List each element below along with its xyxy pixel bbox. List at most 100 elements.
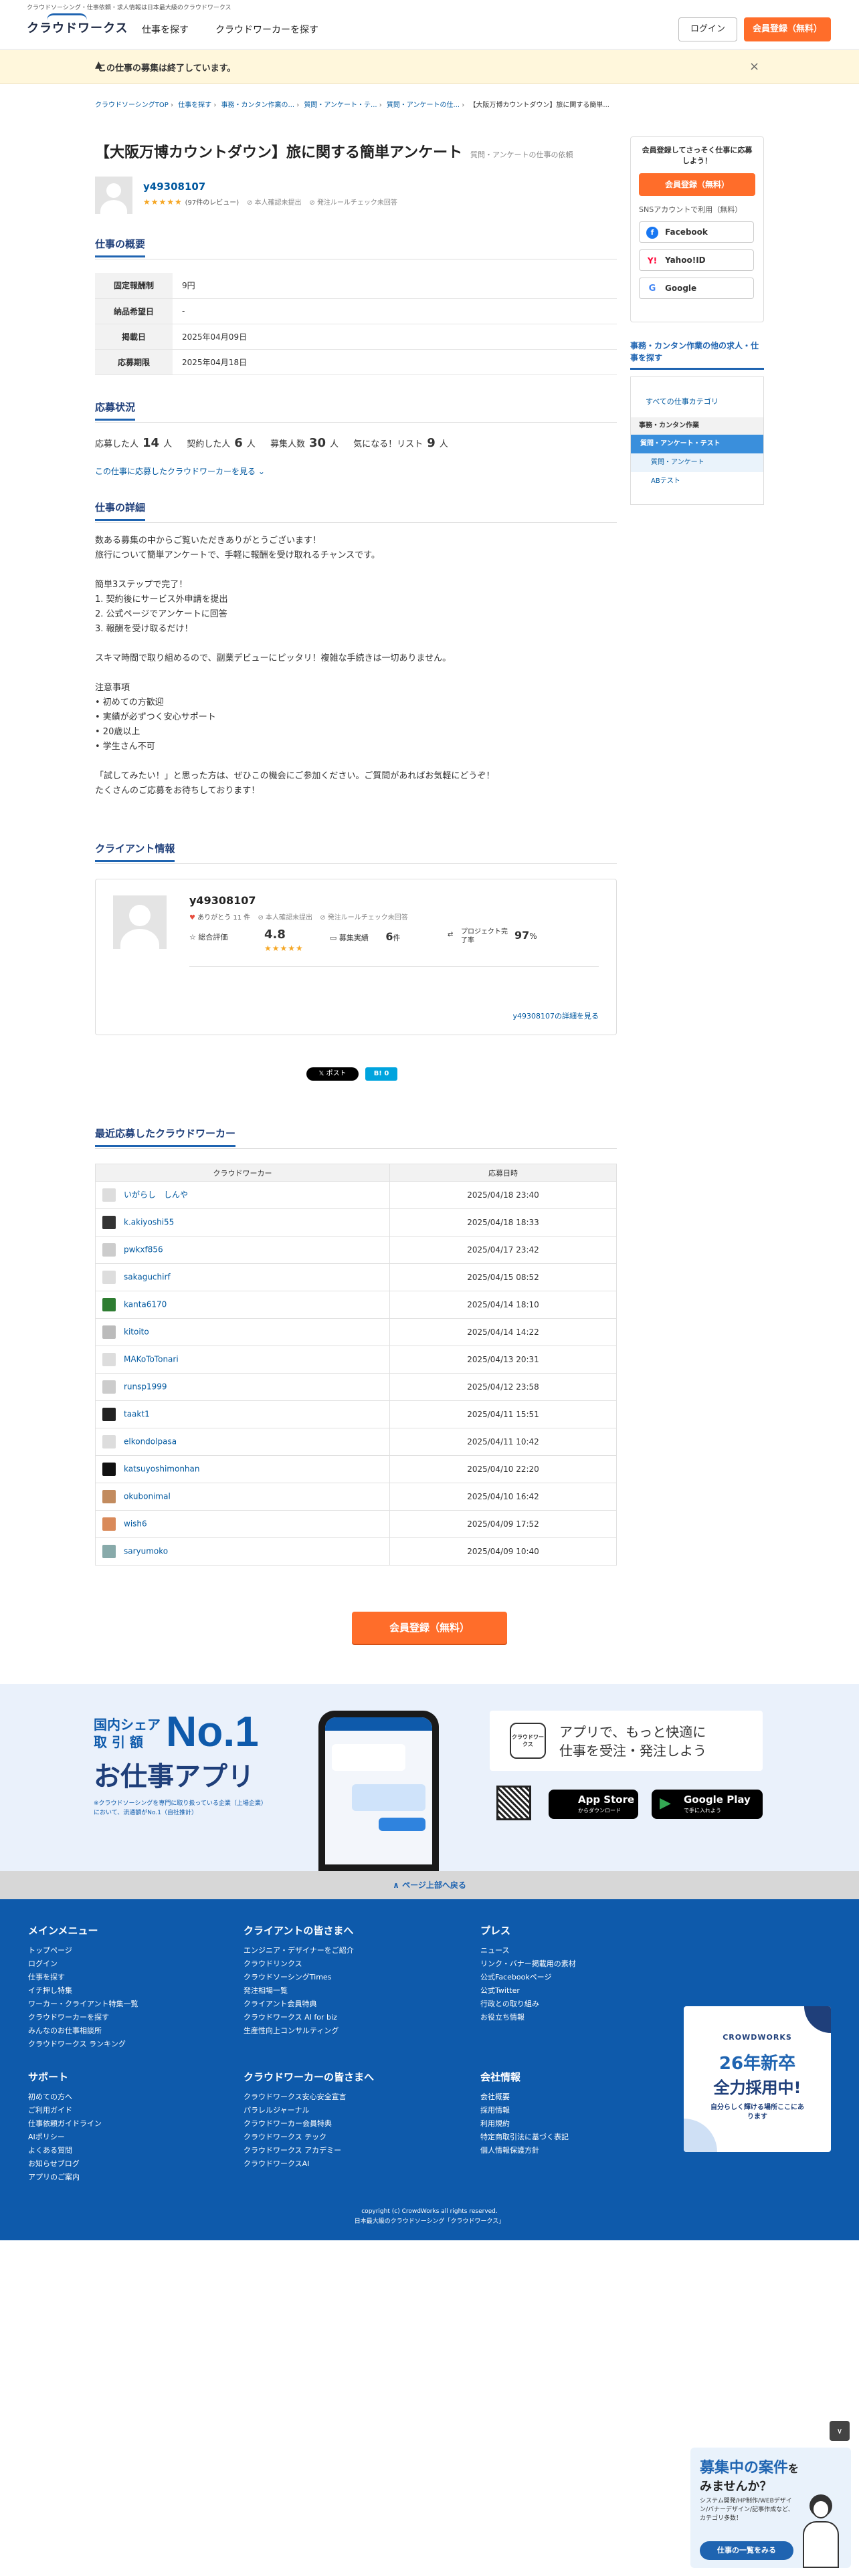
nav-find-workers[interactable]: クラウドワーカーを探す [215,23,318,36]
collapse-chevron-icon[interactable]: ∨ [830,2421,850,2441]
footer-link[interactable]: クラウドワーカーを探す [28,2011,229,2024]
footer-link[interactable]: アプリのご案内 [28,2171,229,2184]
footer-link[interactable]: クラウドソーシングTimes [244,1971,444,1984]
worker-avatar[interactable] [102,1188,116,1202]
category-subitem[interactable]: ABテスト [631,472,763,491]
footer-link[interactable]: 生産性向上コンサルティング [244,2024,444,2038]
worker-avatar[interactable] [102,1545,116,1558]
worker-name-link[interactable]: k.akiyoshi55 [124,1218,174,1227]
worker-name-link[interactable]: runsp1999 [124,1382,167,1392]
hatena-bookmark-button[interactable]: B! 0 [365,1067,397,1081]
footer-link[interactable]: 仕事を探す [28,1971,229,1984]
worker-avatar[interactable] [102,1216,116,1229]
footer-link[interactable]: お知らせブログ [28,2157,229,2171]
worker-avatar[interactable] [102,1490,116,1503]
client-avatar[interactable] [95,177,132,214]
login-button[interactable]: ログイン [678,17,737,41]
footer-link[interactable]: エンジニア・デザイナーをご紹介 [244,1944,444,1957]
breadcrumb-item[interactable]: 質問・アンケート・テ... [304,102,377,109]
footer-link[interactable]: イチ押し特集 [28,1984,229,1998]
worker-name-link[interactable]: sakaguchirf [124,1273,171,1282]
breadcrumb-item[interactable]: クラウドソーシングTOP [95,102,169,109]
footer-link[interactable]: AIポリシー [28,2131,229,2144]
worker-name-link[interactable]: MAKoToTonari [124,1355,179,1364]
footer-link[interactable]: 初めての方へ [28,2090,229,2104]
worker-avatar[interactable] [102,1353,116,1366]
floating-job-banner[interactable]: 募集中の案件を みませんか？ システム開発/HP制作/WEBデザイン/バナーデザ… [690,2448,851,2568]
google-play-button[interactable]: ▶ Google Play で手に入れよう [652,1790,763,1819]
close-icon[interactable]: × [749,60,759,74]
worker-name-link[interactable]: katsuyoshimonhan [124,1465,200,1474]
facebook-login-button[interactable]: f Facebook [639,221,754,243]
view-jobs-button[interactable]: 仕事の一覧をみる [700,2541,793,2560]
worker-avatar[interactable] [102,1380,116,1394]
worker-name-link[interactable]: wish6 [124,1519,147,1529]
breadcrumb-item[interactable]: 質問・アンケートの仕... [387,102,460,109]
app-store-button[interactable]: App Store からダウンロード [549,1790,638,1819]
footer-link[interactable]: 特定商取引法に基づく表記 [480,2131,668,2144]
footer-link[interactable]: 会社概要 [480,2090,668,2104]
all-categories-link[interactable]: すべての仕事カテゴリ [631,377,763,417]
footer-link[interactable]: ログイン [28,1957,229,1971]
client-name-link[interactable]: y49308107 [143,181,205,193]
register-cta-button[interactable]: 会員登録（無料） [352,1612,507,1644]
worker-name-link[interactable]: いがらし しんや [124,1190,188,1200]
footer-link[interactable]: クラウドワークス ランキング [28,2038,229,2051]
footer-link[interactable]: クラウドワークス安心安全宣言 [244,2090,444,2104]
worker-name-link[interactable]: kitoito [124,1327,149,1337]
breadcrumb-item[interactable]: 仕事を探す [178,102,211,109]
client-card-name[interactable]: y49308107 [189,894,256,907]
sidebar-register-button[interactable]: 会員登録（無料） [639,173,755,196]
footer-link[interactable]: 行政との取り組み [480,1998,668,2011]
worker-avatar[interactable] [102,1271,116,1284]
footer-link[interactable]: クライアント会員特典 [244,1998,444,2011]
worker-avatar[interactable] [102,1243,116,1257]
register-button[interactable]: 会員登録（無料） [744,17,831,41]
worker-name-link[interactable]: saryumoko [124,1547,168,1556]
client-details-link[interactable]: y49308107の詳細を見る [513,1010,599,1021]
client-card-avatar[interactable] [113,895,167,949]
footer-link[interactable]: 個人情報保護方針 [480,2144,668,2157]
worker-avatar[interactable] [102,1517,116,1531]
back-to-top-button[interactable]: ∧ ページ上部へ戻る [0,1871,859,1899]
worker-avatar[interactable] [102,1298,116,1311]
footer-link[interactable]: ニュース [480,1944,668,1957]
worker-avatar[interactable] [102,1408,116,1421]
review-count[interactable]: (97件のレビュー) [185,199,240,207]
footer-link[interactable]: クラウドワーカー会員特典 [244,2117,444,2131]
job-category[interactable]: 質問・アンケートの仕事の依頼 [470,150,573,159]
worker-name-link[interactable]: pwkxf856 [124,1245,163,1255]
footer-link[interactable]: 仕事依頼ガイドライン [28,2117,229,2131]
footer-link[interactable]: みんなのお仕事相談所 [28,2024,229,2038]
footer-link[interactable]: 利用規約 [480,2117,668,2131]
google-login-button[interactable]: G Google [639,278,754,299]
x-post-button[interactable]: 𝕏 ポスト [306,1067,359,1081]
footer-link[interactable]: ワーカー・クライアント特集一覧 [28,1998,229,2011]
footer-link[interactable]: よくある質問 [28,2144,229,2157]
yahoo-login-button[interactable]: Y! Yahoo!ID [639,249,754,271]
footer-link[interactable]: 公式Twitter [480,1984,668,1998]
worker-name-link[interactable]: taakt1 [124,1410,150,1419]
footer-link[interactable]: 採用情報 [480,2104,668,2117]
worker-avatar[interactable] [102,1325,116,1339]
site-logo[interactable]: クラウドワークス [27,19,128,36]
footer-link[interactable]: ご利用ガイド [28,2104,229,2117]
worker-avatar[interactable] [102,1435,116,1448]
category-item[interactable]: 事務・カンタン作業 [631,417,763,435]
footer-link[interactable]: クラウドワークス アカデミー [244,2144,444,2157]
recruit-banner[interactable]: CROWDWORKS 26年新卒 全力採用中! 自分らしく輝ける場所ここにありま… [684,2006,831,2152]
footer-link[interactable]: 公式Facebookページ [480,1971,668,1984]
footer-link[interactable]: トップページ [28,1944,229,1957]
worker-name-link[interactable]: kanta6170 [124,1300,167,1309]
footer-link[interactable]: パラレルジャーナル [244,2104,444,2117]
footer-link[interactable]: お役立ち情報 [480,2011,668,2024]
worker-name-link[interactable]: elkondolpasa [124,1437,177,1446]
view-applicants-link[interactable]: この仕事に応募したクラウドワーカーを見る ⌄ [95,465,265,477]
worker-avatar[interactable] [102,1463,116,1476]
nav-find-jobs[interactable]: 仕事を探す [142,23,189,36]
footer-link[interactable]: クラウドワークス テック [244,2131,444,2144]
footer-link[interactable]: クラウドリンクス [244,1957,444,1971]
footer-link[interactable]: リンク・バナー掲載用の素材 [480,1957,668,1971]
category-subitem[interactable]: 質問・アンケート [631,453,763,472]
footer-link[interactable]: クラウドワークスAI [244,2157,444,2171]
